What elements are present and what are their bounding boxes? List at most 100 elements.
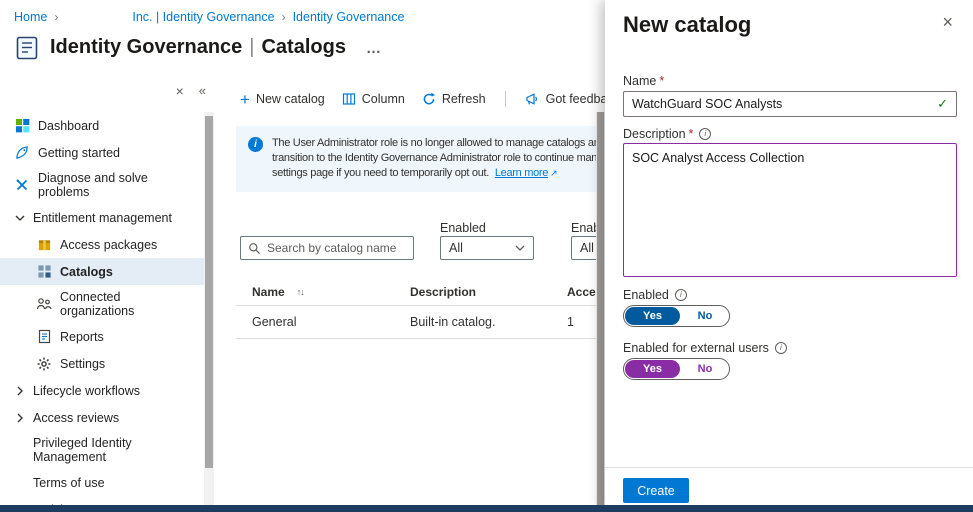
enabled-filter-dropdown[interactable]: All bbox=[440, 236, 534, 260]
breadcrumb-home-link[interactable]: Home bbox=[14, 10, 47, 24]
sidebar-item-reports[interactable]: Reports bbox=[0, 323, 204, 350]
sort-icon[interactable]: ↑↓ bbox=[297, 287, 304, 297]
column-button-label: Column bbox=[362, 92, 405, 106]
main-scrollbar-thumb[interactable] bbox=[597, 112, 604, 505]
column-header-name[interactable]: Name ↑↓ bbox=[252, 285, 410, 299]
create-button[interactable]: Create bbox=[623, 478, 689, 503]
enabled-filter-2-value: All bbox=[580, 241, 594, 255]
column-header-name-label: Name bbox=[252, 285, 285, 299]
refresh-button-label: Refresh bbox=[442, 92, 486, 106]
description-field-label: Description * i bbox=[623, 127, 711, 141]
info-banner-line-2: transition to the Identity Governance Ad… bbox=[272, 151, 630, 166]
panel-close-icon[interactable]: × bbox=[942, 13, 953, 31]
required-asterisk: * bbox=[659, 74, 664, 88]
sidebar-item-getting-started[interactable]: Getting started bbox=[0, 139, 204, 166]
breadcrumb: Home › Inc. | Identity Governance › Iden… bbox=[14, 10, 404, 24]
main-scrollbar[interactable] bbox=[596, 112, 605, 505]
external-users-toggle-no[interactable]: No bbox=[681, 359, 729, 379]
breadcrumb-separator-icon: › bbox=[54, 10, 58, 24]
sidebar-item-label: Catalogs bbox=[60, 265, 113, 279]
identity-governance-catalogs-screen: Home › Inc. | Identity Governance › Iden… bbox=[0, 0, 973, 512]
sidebar-item-label: Terms of use bbox=[33, 476, 105, 490]
search-icon bbox=[248, 242, 261, 255]
toolbar-divider bbox=[505, 91, 506, 107]
sidebar: × « Dashboard Getting started Diag bbox=[0, 78, 214, 505]
enabled-toggle-yes[interactable]: Yes bbox=[625, 307, 680, 325]
column-header-description[interactable]: Description bbox=[410, 285, 567, 299]
breadcrumb-separator-icon: › bbox=[282, 10, 286, 24]
learn-more-link[interactable]: Learn more↗ bbox=[495, 167, 558, 179]
chevron-right-icon bbox=[14, 386, 26, 396]
panel-footer-divider bbox=[605, 467, 973, 468]
name-input[interactable] bbox=[624, 97, 956, 111]
page-title: Identity Governance | Catalogs bbox=[50, 36, 346, 59]
external-users-label-text: Enabled for external users bbox=[623, 341, 769, 355]
sidebar-item-label: Dashboard bbox=[38, 119, 99, 133]
enabled-toggle-no[interactable]: No bbox=[681, 306, 729, 326]
breadcrumb-redacted-tenant-name bbox=[65, 11, 125, 23]
enabled-filter-label: Enabled bbox=[440, 221, 486, 235]
info-banner-text: The User Administrator role is no longer… bbox=[272, 136, 630, 182]
sidebar-item-connected-organizations[interactable]: Connected organizations bbox=[0, 285, 204, 323]
refresh-button[interactable]: Refresh bbox=[422, 92, 486, 106]
sidebar-item-label: Access packages bbox=[60, 238, 157, 252]
external-users-toggle-label: Enabled for external users i bbox=[623, 341, 787, 355]
command-bar: + New catalog Column Refresh Got feedbac… bbox=[240, 86, 627, 112]
info-icon: i bbox=[675, 289, 687, 301]
sidebar-item-label: Privileged Identity Management bbox=[33, 436, 196, 464]
search-input[interactable] bbox=[267, 241, 406, 255]
description-label-text: Description bbox=[623, 127, 686, 141]
enabled-label-text: Enabled bbox=[623, 288, 669, 302]
catalog-search-box bbox=[240, 236, 414, 260]
page-header: Identity Governance | Catalogs … bbox=[13, 34, 381, 61]
new-catalog-button[interactable]: + New catalog bbox=[240, 92, 325, 106]
sidebar-close-icon[interactable]: × bbox=[176, 84, 184, 98]
external-users-toggle-yes[interactable]: Yes bbox=[625, 360, 680, 378]
page-title-divider: | bbox=[249, 36, 254, 59]
external-link-icon: ↗ bbox=[550, 166, 557, 181]
cell-name: General bbox=[252, 315, 410, 329]
breadcrumb-current-link[interactable]: Identity Governance bbox=[293, 10, 405, 24]
catalogs-icon bbox=[36, 264, 52, 280]
chevron-right-icon bbox=[14, 413, 26, 423]
sidebar-collapse-icon[interactable]: « bbox=[199, 84, 206, 98]
dashboard-icon bbox=[14, 118, 30, 134]
column-button[interactable]: Column bbox=[342, 92, 405, 106]
sidebar-item-dashboard[interactable]: Dashboard bbox=[0, 112, 204, 139]
breadcrumb-tenant-link[interactable]: Inc. | Identity Governance bbox=[132, 10, 274, 24]
column-icon bbox=[342, 92, 356, 106]
cell-description: Built-in catalog. bbox=[410, 315, 567, 329]
sidebar-item-diagnose[interactable]: Diagnose and solve problems bbox=[0, 166, 204, 204]
sidebar-group-access-reviews[interactable]: Access reviews bbox=[0, 404, 204, 431]
info-icon: i bbox=[775, 342, 787, 354]
sidebar-item-label: Settings bbox=[60, 357, 105, 371]
chevron-down-icon bbox=[515, 245, 525, 251]
sidebar-item-terms-of-use[interactable]: Terms of use bbox=[0, 469, 204, 496]
sidebar-item-privileged-identity-management[interactable]: Privileged Identity Management bbox=[0, 431, 204, 469]
name-label-text: Name bbox=[623, 74, 656, 88]
sidebar-scrollbar[interactable] bbox=[204, 112, 214, 505]
valid-check-icon: ✓ bbox=[937, 96, 948, 112]
learn-more-label: Learn more bbox=[495, 167, 548, 179]
reports-icon bbox=[36, 329, 52, 345]
more-menu-button[interactable]: … bbox=[366, 40, 381, 57]
sidebar-item-catalogs[interactable]: Catalogs bbox=[0, 258, 204, 285]
page-title-blade: Catalogs bbox=[261, 36, 345, 59]
sidebar-item-settings[interactable]: Settings bbox=[0, 350, 204, 377]
new-catalog-button-label: New catalog bbox=[256, 92, 325, 106]
sidebar-group-lifecycle-workflows[interactable]: Lifecycle workflows bbox=[0, 377, 204, 404]
description-textarea[interactable]: SOC Analyst Access Collection bbox=[623, 143, 957, 277]
connected-organizations-icon bbox=[36, 296, 52, 312]
settings-gear-icon bbox=[36, 356, 52, 372]
info-banner-line-3-text: settings page if you need to temporarily… bbox=[272, 167, 489, 179]
plus-icon: + bbox=[240, 93, 250, 106]
info-icon: i bbox=[699, 128, 711, 140]
sidebar-item-label: Connected organizations bbox=[60, 290, 196, 318]
sidebar-group-entitlement-management[interactable]: Entitlement management bbox=[0, 204, 204, 231]
external-users-toggle: Yes No bbox=[623, 358, 730, 380]
refresh-icon bbox=[422, 92, 436, 106]
sidebar-scrollbar-thumb[interactable] bbox=[205, 116, 213, 468]
diagnose-icon bbox=[14, 177, 30, 193]
sidebar-item-access-packages[interactable]: Access packages bbox=[0, 231, 204, 258]
sidebar-controls: × « bbox=[0, 78, 214, 112]
